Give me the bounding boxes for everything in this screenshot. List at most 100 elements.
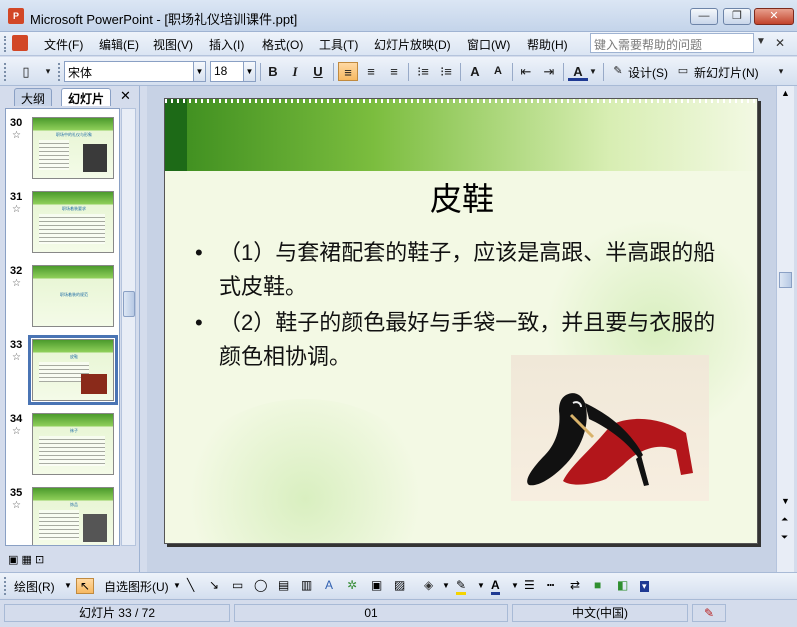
insert-picture-icon[interactable]: ▨ [394,578,405,592]
document-icon[interactable] [12,35,28,51]
textbox-icon[interactable]: ▤ [278,578,289,592]
previous-slide-icon[interactable]: ⏶ [781,514,788,525]
align-right-icon[interactable]: ≡ [384,62,404,81]
wordart-icon[interactable]: A [325,578,333,592]
underline-button[interactable]: U [308,62,328,81]
toolbar-options-icon[interactable]: ▾ [640,581,649,592]
minimize-button[interactable]: — [690,8,718,25]
toolbar-options-icon[interactable]: ▾ [38,62,58,81]
scroll-up-icon[interactable]: ▲ [781,88,790,98]
text-color-button[interactable]: A [491,578,500,595]
pane-close-button[interactable]: ✕ [120,88,131,104]
font-size-select[interactable]: 18 [210,61,244,82]
autoshapes-button[interactable]: 自选图形(U) [104,578,169,595]
scrollbar-thumb[interactable] [779,272,792,288]
close-button[interactable]: ✕ [754,8,794,25]
toolbar-options-icon[interactable]: ▾ [771,62,791,81]
restore-button[interactable]: ❐ [723,8,751,25]
shrink-font-button[interactable]: A [488,62,508,81]
italic-button[interactable]: I [285,62,305,81]
vertical-textbox-icon[interactable]: ▥ [301,578,312,592]
shadow-style-icon[interactable]: ■ [594,578,601,592]
scroll-down-icon[interactable]: ▼ [781,496,790,506]
3d-style-icon[interactable]: ◧ [617,578,628,592]
thumbnail-image[interactable]: 皮鞋 [28,335,118,405]
toolbar-grip[interactable] [4,577,7,595]
thumbnail-image[interactable]: 饰品 [32,487,114,545]
thumbnail-slide-34[interactable]: 34 ☆ 袜子 [6,413,119,481]
powerpoint-app-icon[interactable]: P [8,8,24,24]
menu-view[interactable]: 视图(V) [153,36,193,53]
thumbnail-slide-30[interactable]: 30 ☆ 职场中的礼仪与形象 [6,117,119,185]
numbered-list-icon[interactable]: ⁝≡ [413,62,433,81]
line-color-dropdown-icon[interactable]: ▼ [477,581,485,590]
thumbnail-image[interactable]: 袜子 [32,413,114,475]
font-size-dropdown-icon[interactable]: ▼ [243,61,256,82]
align-center-icon[interactable]: ≡ [361,62,381,81]
scrollbar-thumb[interactable] [123,291,135,317]
draw-menu-dropdown-icon[interactable]: ▼ [64,581,72,590]
shoe-photo[interactable] [511,355,709,501]
thumbnail-slide-33[interactable]: 33 ☆ 皮鞋 [6,335,119,407]
line-style-icon[interactable]: ☰ [524,578,535,592]
slide-scrollbar[interactable]: ▲ ▼ ⏶ ⏷ [776,86,794,572]
thumbnail-slide-35[interactable]: 35 ☆ 饰品 [6,487,119,545]
menu-edit[interactable]: 编辑(E) [99,36,139,53]
normal-view-icon[interactable]: ▣ [8,554,18,566]
font-color-button[interactable]: A [568,62,588,81]
thumbnail-slide-32[interactable]: 32 ☆ 职场着装的规范 [6,265,119,333]
current-slide[interactable]: 皮鞋 • （1）与套裙配套的鞋子，应该是高跟、半高跟的船式皮鞋。 • （2）鞋子… [164,98,758,544]
arrow-style-icon[interactable]: ⇄ [570,578,580,592]
align-left-icon[interactable]: ≡ [338,62,358,81]
dash-style-icon[interactable]: ┅ [547,578,554,592]
grow-font-button[interactable]: A [465,62,485,81]
fill-color-icon[interactable]: ◈ [424,578,433,592]
spellcheck-icon[interactable]: ✎ [692,604,726,622]
close-document-button[interactable]: ✕ [775,36,785,50]
toolbar-grip[interactable] [4,63,7,81]
help-search-input[interactable]: 键入需要帮助的问题 [590,33,754,53]
draw-menu-button[interactable]: 绘图(R) [14,578,55,595]
slide-title[interactable]: 皮鞋 [165,174,757,220]
thumbnail-scrollbar[interactable] [121,108,136,546]
bold-button[interactable]: B [263,62,283,81]
menu-slideshow[interactable]: 幻灯片放映(D) [374,36,451,53]
line-color-icon[interactable]: ✎ [456,578,467,595]
diagram-icon[interactable]: ✲ [347,578,357,592]
next-slide-icon[interactable]: ⏷ [781,532,788,543]
oval-icon[interactable]: ◯ [254,578,267,592]
menu-file[interactable]: 文件(F) [44,36,83,53]
fill-color-dropdown-icon[interactable]: ▼ [442,581,450,590]
select-objects-icon[interactable]: ↖ [76,578,95,594]
slideshow-icon[interactable]: ⊡ [35,554,44,566]
slide-bullet[interactable]: • （1）与套裙配套的鞋子，应该是高跟、半高跟的船式皮鞋。 [195,236,715,306]
bullet-list-icon[interactable]: ⁝≡ [436,62,456,81]
text-color-dropdown-icon[interactable]: ▼ [511,581,519,590]
new-slide-button[interactable]: 新幻灯片(N) [694,64,759,81]
thumbnail-slide-31[interactable]: 31 ☆ 职场着装要求 [6,191,119,259]
thumbnail-image[interactable]: 职场中的礼仪与形象 [32,117,114,179]
menu-grip[interactable] [4,36,7,52]
menu-tools[interactable]: 工具(T) [319,36,358,53]
tab-slides[interactable]: 幻灯片 [61,88,112,106]
autoshapes-dropdown-icon[interactable]: ▼ [173,581,181,590]
slide-sorter-icon[interactable]: ▦ [21,554,31,566]
arrow-icon[interactable]: ↘ [209,578,219,592]
font-name-select[interactable]: 宋体 [64,61,194,82]
increase-indent-icon[interactable]: ⇥ [539,62,559,81]
toolbar-grip[interactable] [58,63,61,81]
menu-format[interactable]: 格式(O) [262,36,303,53]
font-name-dropdown-icon[interactable]: ▼ [193,61,206,82]
font-color-dropdown-icon[interactable]: ▼ [588,62,598,81]
new-document-icon[interactable]: ▯ [16,62,36,81]
rectangle-icon[interactable]: ▭ [232,578,243,592]
thumbnail-image[interactable]: 职场着装要求 [32,191,114,253]
menu-insert[interactable]: 插入(I) [209,36,244,53]
clipart-icon[interactable]: ▣ [371,578,382,592]
thumbnail-image[interactable]: 职场着装的规范 [32,265,114,327]
tab-outline[interactable]: 大纲 [14,88,53,106]
help-dropdown-icon[interactable]: ▼ [756,36,766,47]
decrease-indent-icon[interactable]: ⇤ [516,62,536,81]
line-icon[interactable]: ╲ [187,578,194,592]
design-button[interactable]: 设计(S) [628,64,668,81]
